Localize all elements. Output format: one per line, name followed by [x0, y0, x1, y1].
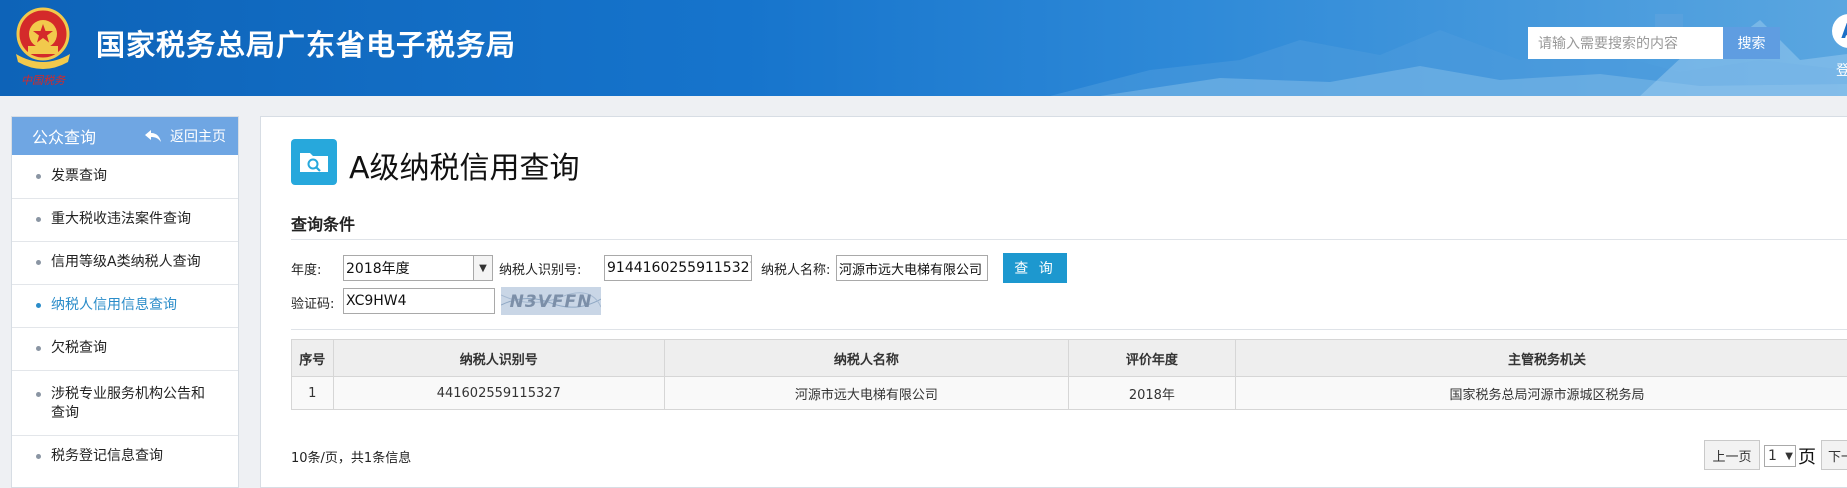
- search-button[interactable]: 搜索: [1723, 27, 1780, 59]
- svg-text:N3VFFN: N3VFFN: [510, 292, 593, 312]
- sidebar-item-tax-registration-query[interactable]: 税务登记信息查询: [12, 447, 238, 466]
- sidebar-item-major-violation-query[interactable]: 重大税收违法案件查询: [12, 210, 238, 229]
- search-input[interactable]: 请输入需要搜索的内容: [1528, 27, 1723, 59]
- col-header-taxpayer-name: 纳税人名称: [664, 340, 1068, 377]
- col-header-index: 序号: [292, 340, 334, 377]
- chevron-down-icon: ▼: [473, 256, 492, 280]
- back-home-label: 返回主页: [170, 126, 226, 146]
- sidebar-item-invoice-query[interactable]: 发票查询: [12, 167, 238, 186]
- page-title: A级纳税信用查询: [349, 143, 580, 187]
- taxpayer-id-input[interactable]: 914416025591153279: [604, 255, 752, 281]
- site-header: 中国税务 国家税务总局广东省电子税务局 请输入需要搜索的内容 搜索 A 登: [0, 0, 1847, 96]
- prev-page-button[interactable]: 上一页: [1704, 440, 1760, 470]
- sidebar-item-a-level-taxpayer-query[interactable]: 信用等级A类纳税人查询: [12, 253, 238, 272]
- sidebar-divider: [12, 198, 238, 199]
- page-select[interactable]: 1 ▼: [1764, 445, 1796, 467]
- taxpayer-name-label: 纳税人名称:: [761, 259, 830, 278]
- sidebar: 公众查询 返回主页 发票查询 重大税收违法案件查询 信用等级A类纳税人查询 纳税…: [11, 116, 239, 488]
- captcha-input[interactable]: XC9HW4: [343, 288, 495, 314]
- login-link[interactable]: 登: [1836, 60, 1847, 80]
- captcha-label: 验证码:: [291, 293, 334, 312]
- section-divider: [291, 239, 1847, 240]
- table-header-row: 序号 纳税人识别号 纳税人名称 评价年度 主管税务机关: [292, 340, 1847, 377]
- cell-taxpayer-name: 河源市远大电梯有限公司: [664, 377, 1068, 410]
- sidebar-header: 公众查询 返回主页: [12, 117, 238, 155]
- main-panel: A级纳税信用查询 查询条件 年度: 2018年度 ▼ 纳税人识别号: 91441…: [260, 116, 1847, 488]
- sidebar-item-tax-agency-notice-query[interactable]: 涉税专业服务机构公告和查询: [12, 385, 212, 423]
- results-table: 序号 纳税人识别号 纳税人名称 评价年度 主管税务机关 1 4416025591…: [291, 339, 1847, 410]
- cell-index: 1: [292, 377, 334, 410]
- folder-search-icon: [291, 139, 337, 185]
- taxpayer-id-label: 纳税人识别号:: [499, 259, 581, 278]
- back-home-link[interactable]: 返回主页: [144, 126, 226, 146]
- year-select[interactable]: 2018年度 ▼: [343, 255, 493, 281]
- cell-taxpayer-id: 441602559115327: [333, 377, 664, 410]
- sidebar-divider: [12, 370, 238, 371]
- pagination-info: 10条/页，共1条信息: [291, 447, 411, 466]
- table-row: 1 441602559115327 河源市远大电梯有限公司 2018年 国家税务…: [292, 377, 1847, 410]
- sidebar-divider: [12, 241, 238, 242]
- next-page-button[interactable]: 下一: [1821, 440, 1847, 470]
- sidebar-divider: [12, 327, 238, 328]
- form-divider: [291, 329, 1847, 330]
- page-suffix: 页: [1798, 443, 1816, 469]
- captcha-image[interactable]: N3VFFN: [501, 287, 601, 315]
- sidebar-divider: [12, 284, 238, 285]
- year-label: 年度:: [291, 259, 321, 278]
- site-title: 国家税务总局广东省电子税务局: [96, 22, 516, 64]
- year-select-value: 2018年度: [346, 258, 410, 278]
- sidebar-item-tax-arrears-query[interactable]: 欠税查询: [12, 339, 238, 358]
- sidebar-divider: [12, 435, 238, 436]
- cell-eval-year: 2018年: [1068, 377, 1235, 410]
- col-header-tax-authority: 主管税务机关: [1236, 340, 1847, 377]
- cell-tax-authority: 国家税务总局河源市源城区税务局: [1236, 377, 1847, 410]
- taxpayer-name-input[interactable]: 河源市远大电梯有限公司: [836, 255, 988, 281]
- sidebar-title: 公众查询: [32, 124, 96, 148]
- col-header-eval-year: 评价年度: [1068, 340, 1235, 377]
- chevron-down-icon: ▼: [1785, 451, 1793, 462]
- svg-text:中国税务: 中国税务: [21, 74, 66, 87]
- reply-arrow-icon: [144, 129, 162, 143]
- page-select-value: 1: [1768, 448, 1777, 464]
- col-header-taxpayer-id: 纳税人识别号: [333, 340, 664, 377]
- sidebar-item-credit-info-query[interactable]: 纳税人信用信息查询: [12, 296, 238, 315]
- tax-emblem-logo: 中国税务: [8, 4, 78, 90]
- query-button[interactable]: 查 询: [1003, 253, 1067, 283]
- query-conditions-heading: 查询条件: [291, 211, 355, 235]
